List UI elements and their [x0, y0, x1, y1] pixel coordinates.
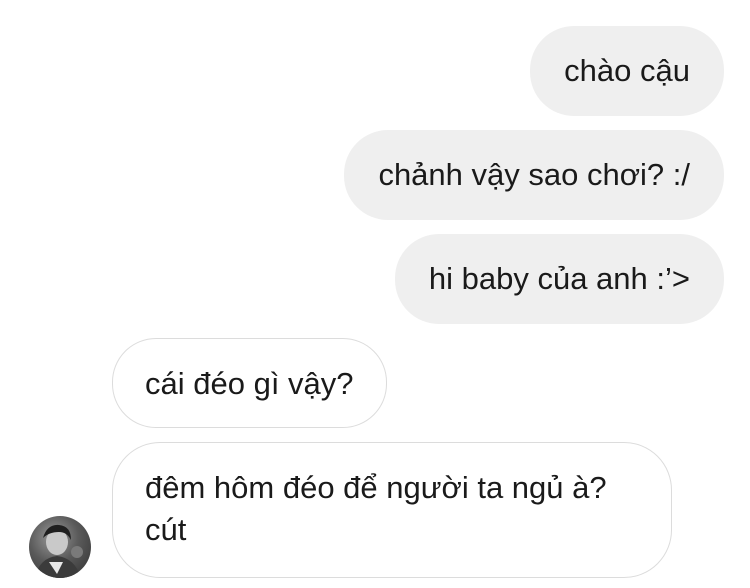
- message-text: chảnh vậy sao chơi? :/: [378, 157, 690, 192]
- chat-thread: chào cậu chảnh vậy sao chơi? :/ hi baby …: [0, 0, 750, 588]
- message-text: hi baby của anh :’>: [428, 261, 690, 296]
- message-text: đêm hôm đéo để người ta ngủ à? cút: [145, 470, 607, 547]
- sent-message-bubble[interactable]: chảnh vậy sao chơi? :/: [344, 130, 724, 220]
- contact-avatar[interactable]: [29, 516, 91, 578]
- received-message-bubble[interactable]: cái đéo gì vậy?: [112, 338, 387, 428]
- avatar-photo-icon: [35, 524, 83, 578]
- sent-message-bubble[interactable]: hi baby của anh :’>: [394, 234, 724, 324]
- received-message-bubble[interactable]: đêm hôm đéo để người ta ngủ à? cút: [112, 442, 672, 578]
- message-text: chào cậu: [564, 53, 690, 88]
- sent-message-bubble[interactable]: chào cậu: [530, 26, 724, 116]
- message-text: cái đéo gì vậy?: [145, 366, 354, 401]
